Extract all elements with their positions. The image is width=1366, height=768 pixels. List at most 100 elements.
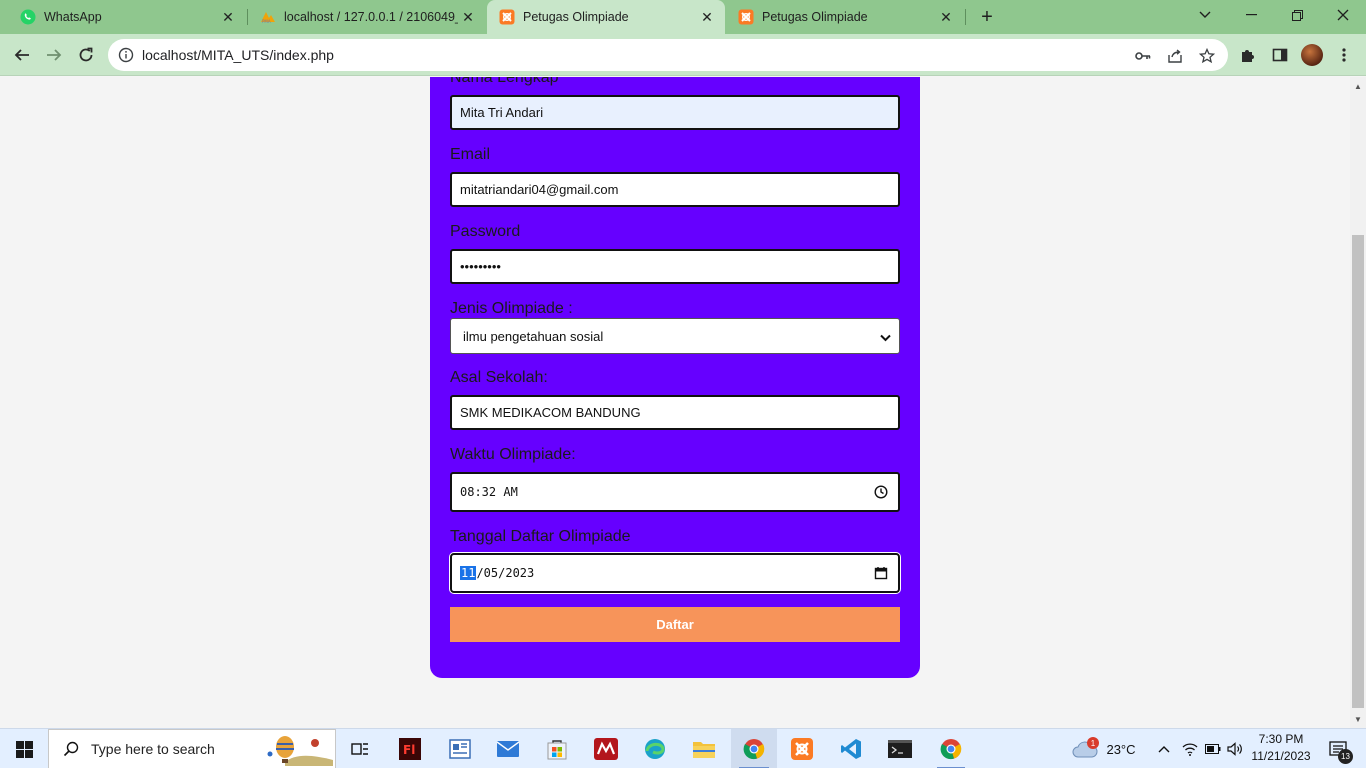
asal-sekolah-input[interactable]: SMK MEDIKACOM BANDUNG [450,395,900,430]
more-menu-icon[interactable] [1330,41,1358,69]
system-clock[interactable]: 7:30 PM 11/21/2023 [1244,731,1318,765]
weather-badge: 1 [1087,737,1099,749]
close-window-icon[interactable] [1320,0,1366,30]
close-icon[interactable]: ✕ [218,7,238,27]
tab-whatsapp[interactable]: WhatsApp ✕ [8,0,246,34]
tab-title: WhatsApp [44,10,102,24]
chrome-profile-taskbar-button[interactable] [929,729,973,768]
xampp-icon [738,9,754,25]
jenis-olimpiade-select[interactable]: ilmu pengetahuan sosial [450,318,900,354]
close-icon[interactable]: ✕ [936,7,956,27]
weather-cloud-icon[interactable]: 1 [1068,729,1102,768]
browser-tab-strip: WhatsApp ✕ PMA localhost / 127.0.0.1 / 2… [0,0,1366,34]
windows-taskbar: Type here to search Fl 1 23°C 7:30 PM 11… [0,728,1366,768]
tanggal-daftar-input[interactable]: 11/05/2023 [450,553,900,593]
new-tab-plus-icon[interactable]: + [976,6,998,28]
waktu-olimpiade-value: 08:32 AM [460,485,518,499]
scroll-up-arrow-icon[interactable]: ▲ [1350,79,1366,93]
weather-temperature[interactable]: 23°C [1102,729,1140,768]
wifi-icon[interactable] [1178,729,1202,768]
password-value: ••••••••• [460,259,501,274]
search-placeholder: Type here to search [91,741,215,757]
jenis-olimpiade-label: Jenis Olimpiade : [450,300,573,317]
password-input[interactable]: ••••••••• [450,249,900,284]
mail-icon[interactable] [488,729,528,768]
date-rest-segment[interactable]: /05/2023 [476,566,534,580]
bookmark-star-icon[interactable] [1197,46,1217,66]
asal-sekolah-label: Asal Sekolah: [450,369,548,386]
minimize-icon[interactable] [1228,0,1274,30]
task-view-icon[interactable] [340,729,380,768]
key-icon[interactable] [1133,46,1153,66]
daftar-submit-button[interactable]: Daftar [450,607,900,642]
vscode-icon[interactable] [831,729,871,768]
chrome-icon [940,738,962,760]
news-app-icon[interactable] [440,729,480,768]
browser-toolbar: localhost/MITA_UTS/index.php [0,34,1366,76]
nama-input[interactable]: Mita Tri Andari [450,95,900,130]
forward-arrow-icon[interactable] [40,41,68,69]
chrome-icon [743,738,765,760]
tanggal-daftar-label: Tanggal Daftar Olimpiade [450,528,631,545]
jenis-olimpiade-value: ilmu pengetahuan sosial [463,328,604,344]
back-arrow-icon[interactable] [8,41,36,69]
phpmyadmin-icon: PMA [260,9,276,25]
tab-divider [965,9,966,25]
waktu-olimpiade-input[interactable]: 08:32 AM [450,472,900,512]
date-month-segment[interactable]: 11 [460,566,477,580]
tab-petugas-olimpiade[interactable]: Petugas Olimpiade ✕ [726,0,964,34]
close-icon[interactable]: ✕ [458,7,478,27]
info-icon[interactable] [118,47,134,63]
file-explorer-icon[interactable] [684,729,724,768]
svg-text:Fl: Fl [403,743,415,757]
chrome-taskbar-button[interactable] [731,729,777,768]
temperature-text: 23°C [1106,741,1136,757]
edge-icon[interactable] [635,729,675,768]
email-value: mitatriandari04@gmail.com [460,182,619,197]
tab-search-chevron-icon[interactable] [1182,0,1228,30]
page-viewport: Nama Lengkap Mita Tri Andari Email mitat… [0,77,1350,728]
calendar-icon[interactable] [874,566,888,580]
notification-center-icon[interactable]: 13 [1322,729,1354,768]
tab-petugas-olimpiade-active[interactable]: Petugas Olimpiade ✕ [487,0,725,34]
tab-title: Petugas Olimpiade [523,10,629,24]
profile-avatar[interactable] [1301,44,1323,66]
volume-icon[interactable] [1224,729,1246,768]
windows-start-icon[interactable] [0,729,48,768]
tab-title: Petugas Olimpiade [762,10,868,24]
email-input[interactable]: mitatriandari04@gmail.com [450,172,900,207]
restore-icon[interactable] [1274,0,1320,30]
url-text: localhost/MITA_UTS/index.php [142,47,334,63]
mendeley-icon[interactable] [586,729,626,768]
xampp-icon [499,9,515,25]
scrollbar-thumb[interactable] [1352,235,1364,708]
clock-date: 11/21/2023 [1251,749,1311,763]
battery-icon[interactable] [1202,729,1224,768]
store-icon[interactable] [537,729,577,768]
svg-text:PMA: PMA [262,19,271,24]
chevron-down-icon [880,330,891,345]
side-panel-icon[interactable] [1266,41,1294,69]
clock-time: 7:30 PM [1258,732,1304,746]
waktu-olimpiade-label: Waktu Olimpiade: [450,446,576,463]
taskbar-search-box[interactable]: Type here to search [48,729,336,768]
close-icon[interactable]: ✕ [697,7,717,27]
asal-sekolah-value: SMK MEDIKACOM BANDUNG [460,405,641,420]
page-scrollbar[interactable]: ▲ ▼ [1350,77,1366,728]
extensions-puzzle-icon[interactable] [1234,41,1262,69]
search-icon [63,741,79,757]
scroll-down-arrow-icon[interactable]: ▼ [1350,712,1366,726]
terminal-icon[interactable] [880,729,920,768]
clock-icon[interactable] [874,485,888,499]
xampp-taskbar-icon[interactable] [782,729,822,768]
nama-label: Nama Lengkap [450,77,559,86]
registration-form-card: Nama Lengkap Mita Tri Andari Email mitat… [430,77,920,678]
hot-air-balloon-icon [265,734,333,766]
chevron-up-icon[interactable] [1154,729,1174,768]
share-icon[interactable] [1165,46,1185,66]
nama-value: Mita Tri Andari [460,105,544,120]
tab-phpmyadmin[interactable]: PMA localhost / 127.0.0.1 / 2106049_ ✕ [248,0,486,34]
flash-app-icon[interactable]: Fl [390,729,430,768]
address-bar[interactable]: localhost/MITA_UTS/index.php [108,39,1228,71]
reload-icon[interactable] [72,41,100,69]
